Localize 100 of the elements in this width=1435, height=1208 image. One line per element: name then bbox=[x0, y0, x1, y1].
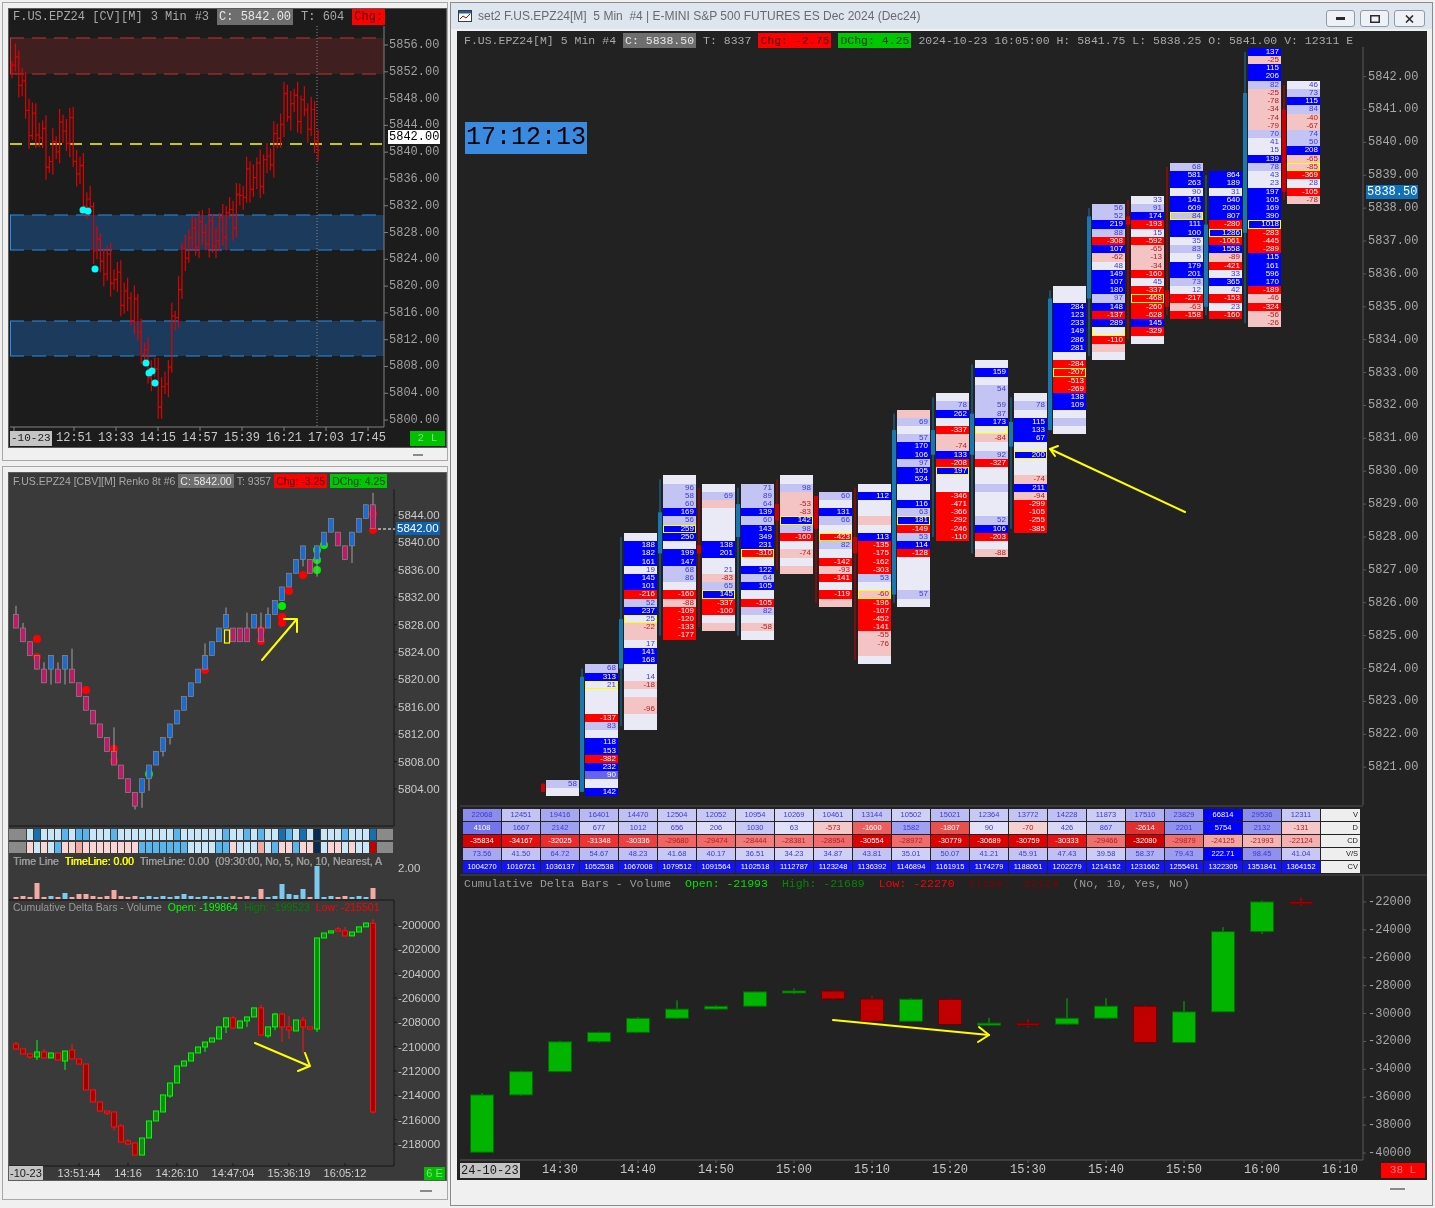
footprint-cell: -18 bbox=[624, 680, 657, 690]
time-axis-label: 16:21 bbox=[266, 431, 302, 446]
price-axis-label: 5835.00 bbox=[1368, 299, 1419, 314]
footprint-cell: 170 bbox=[897, 442, 930, 451]
delta-axis-label: -24000 bbox=[1368, 922, 1412, 937]
signal-dot-icon bbox=[313, 566, 321, 574]
highlight-brick bbox=[223, 629, 231, 644]
footprint-cell: -88 bbox=[975, 549, 1008, 558]
footprint-cell: 58 bbox=[663, 491, 696, 500]
delta-candle bbox=[665, 999, 689, 1020]
price-axis-label: 5816.00 bbox=[389, 305, 440, 320]
footprint-cell: 864 bbox=[1209, 171, 1242, 180]
footprint-cell: -128 bbox=[897, 549, 930, 558]
footprint-cell: 208 bbox=[1287, 146, 1320, 155]
minimize-button[interactable] bbox=[1326, 10, 1355, 27]
scroll-thumb[interactable] bbox=[413, 454, 423, 456]
price-axis-label: 5808.00 bbox=[398, 754, 440, 769]
footprint-cell: -137 bbox=[585, 713, 618, 722]
price-axis-label: 5808.00 bbox=[389, 359, 440, 374]
footprint-cell: 107 bbox=[1092, 245, 1125, 254]
footprint-cell: 138 bbox=[702, 541, 735, 550]
footprint-cell: 114 bbox=[897, 541, 930, 550]
footprint-cell: 349 bbox=[741, 532, 774, 542]
footprint-cell: -366 bbox=[936, 508, 969, 517]
footprint-cell: -283 bbox=[1248, 228, 1281, 237]
footprint-cell: -246 bbox=[936, 524, 969, 533]
close-button[interactable] bbox=[1394, 10, 1425, 27]
footprint-cell: 201 bbox=[702, 549, 735, 558]
footprint-cell: 142 bbox=[585, 787, 618, 796]
footprint-cell: 87 bbox=[975, 409, 1008, 418]
footprint-cell: -67 bbox=[1287, 121, 1320, 130]
price-axis-label: 5836.00 bbox=[389, 171, 440, 186]
scroll-thumb[interactable] bbox=[1390, 1188, 1405, 1190]
time-axis-label: 16:05:12 bbox=[323, 1166, 367, 1180]
minimize-icon bbox=[1336, 17, 1345, 20]
price-candle bbox=[541, 783, 545, 793]
time-axis-label: 14:50 bbox=[698, 1163, 734, 1178]
footprint-cell: 161 bbox=[1248, 261, 1281, 270]
chart-info-text: Renko 8t #6 bbox=[118, 474, 176, 488]
footprint-cell: 105 bbox=[897, 467, 930, 476]
footprint-cell: 112 bbox=[858, 491, 891, 500]
footprint-cell: 35 bbox=[1170, 236, 1203, 246]
footprint-cell: -110 bbox=[936, 532, 969, 542]
annotation-arrow bbox=[254, 1042, 311, 1072]
footprint-cell: -13 bbox=[1131, 253, 1164, 262]
price-axis-label: 5800.00 bbox=[389, 413, 440, 428]
window-icon bbox=[458, 10, 472, 22]
delta-axis-label: -218000 bbox=[398, 1136, 441, 1151]
time-axis-label: 14:15 bbox=[140, 431, 176, 446]
footprint-cell: -628 bbox=[1131, 310, 1164, 320]
footprint-cell: 390 bbox=[1248, 212, 1281, 221]
price-axis-label: 5837.00 bbox=[1368, 234, 1419, 248]
footprint-cell: 206 bbox=[1248, 72, 1281, 81]
footprint-cell: -1061 bbox=[1209, 236, 1242, 246]
footprint-cell: 69 bbox=[702, 491, 735, 500]
footprint-cell: -162 bbox=[858, 557, 891, 566]
maximize-icon bbox=[1369, 14, 1380, 23]
delta-axis-label: -216000 bbox=[398, 1112, 441, 1127]
footprint-cell: 131 bbox=[819, 508, 852, 517]
footprint-cell: -141 bbox=[819, 573, 852, 583]
date-label: -10-23 bbox=[10, 431, 52, 446]
footprint-cell: -34 bbox=[1248, 105, 1281, 114]
price-axis-label: 5832.00 bbox=[1368, 398, 1419, 413]
footprint-cell: -160 bbox=[663, 590, 696, 599]
price-axis-label: 5830.00 bbox=[1368, 464, 1419, 479]
footprint-cell: -65 bbox=[1287, 154, 1320, 163]
signal-dot-icon bbox=[33, 635, 41, 643]
delta-axis-label: -214000 bbox=[398, 1088, 441, 1103]
footprint-cell: 14 bbox=[624, 672, 657, 681]
footprint-cell: 169 bbox=[1248, 203, 1281, 213]
footprint-cell: -105 bbox=[741, 598, 774, 607]
indicator-value: Close: -22124 bbox=[968, 877, 1059, 891]
heatmap-end-block bbox=[377, 829, 393, 840]
delta-axis-label: -34000 bbox=[1368, 1062, 1412, 1077]
price-axis-label: 5828.00 bbox=[398, 617, 440, 632]
scroll-thumb[interactable] bbox=[420, 1190, 432, 1192]
footprint-cell: -84 bbox=[975, 434, 1008, 443]
footprint-cell: 23 bbox=[1209, 302, 1242, 311]
price-axis-label: 5816.00 bbox=[398, 699, 440, 714]
footprint-cell: 56 bbox=[663, 516, 696, 525]
footprint-cell: 168 bbox=[624, 656, 657, 665]
maximize-button[interactable] bbox=[1360, 10, 1389, 27]
footprint-cell: 200 bbox=[1014, 450, 1047, 459]
price-axis-label: 5852.00 bbox=[389, 64, 440, 79]
footprint-cell: 97 bbox=[897, 458, 930, 468]
footprint-cell: 67 bbox=[1014, 434, 1047, 443]
footprint-cell: -46 bbox=[1248, 294, 1281, 303]
delta-axis-label: -204000 bbox=[398, 966, 441, 981]
heatmap-end-block bbox=[377, 842, 393, 853]
price-axis-label: 5822.00 bbox=[1368, 727, 1419, 742]
time-axis-label: 16:10 bbox=[1322, 1163, 1358, 1178]
indicator-name: Cumulative Delta Bars - Volume bbox=[464, 877, 672, 891]
footprint-cell: 139 bbox=[741, 508, 774, 517]
delta-candle bbox=[938, 997, 962, 1026]
chart-info-text: F.US.EPZ24 [CV][M] bbox=[13, 9, 143, 25]
footprint-cell: -119 bbox=[819, 590, 852, 599]
footprint-cell: 52 bbox=[1092, 212, 1125, 221]
delta-candle bbox=[821, 990, 845, 1001]
footprint-cell: 101 bbox=[624, 582, 657, 591]
footprint-cell: 147 bbox=[663, 557, 696, 566]
